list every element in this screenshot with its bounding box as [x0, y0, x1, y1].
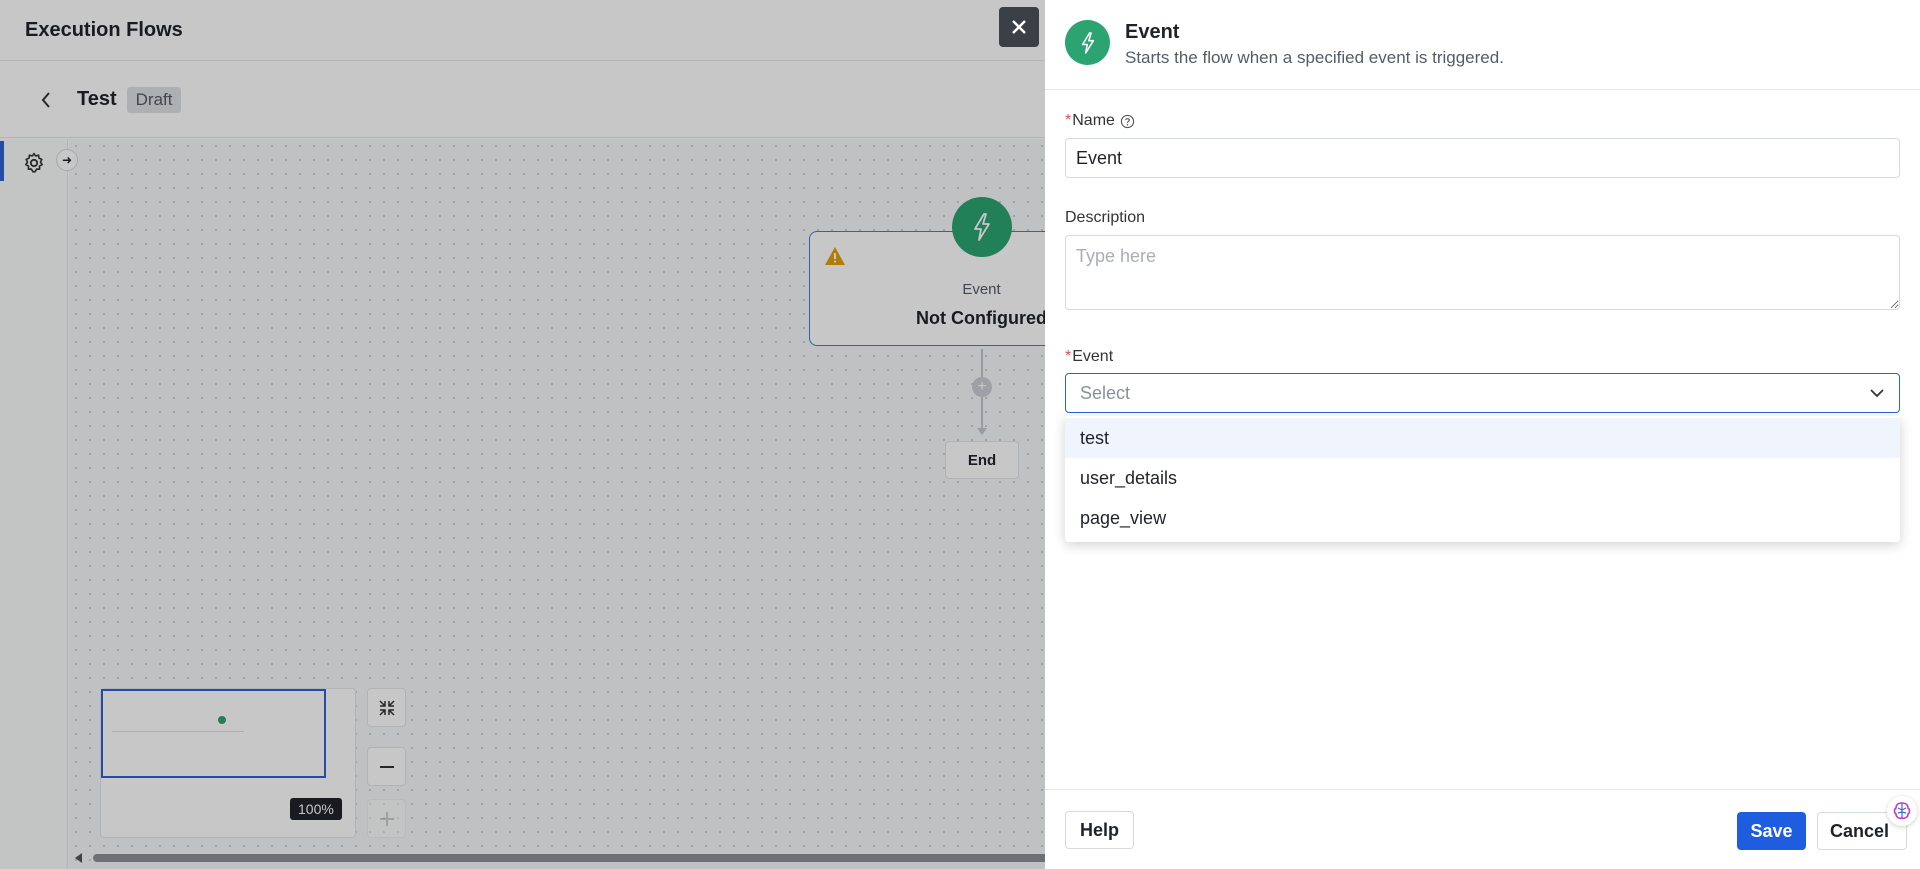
description-field[interactable]	[1065, 235, 1900, 310]
drawer-event-badge	[1065, 20, 1110, 65]
name-label: * Name	[1065, 112, 1135, 130]
help-circle-icon[interactable]	[1120, 114, 1135, 129]
ai-assistant-button[interactable]	[1887, 796, 1917, 826]
required-marker: *	[1065, 112, 1072, 129]
drawer-title: Event	[1125, 21, 1180, 43]
event-option-user-details[interactable]: user_details	[1065, 458, 1900, 498]
description-label-text: Description	[1065, 209, 1146, 226]
close-icon	[1012, 20, 1026, 34]
drawer-footer: Help Save Cancel	[1045, 789, 1920, 869]
drawer-header: Event Starts the flow when a specified e…	[1045, 0, 1920, 90]
event-option-test[interactable]: test	[1065, 418, 1900, 458]
required-marker: *	[1065, 348, 1072, 365]
description-label: Description	[1065, 209, 1145, 227]
event-config-drawer: Event Starts the flow when a specified e…	[1045, 0, 1920, 869]
chevron-down-icon	[1870, 389, 1884, 398]
brain-icon	[1893, 802, 1911, 820]
lightning-icon	[1081, 31, 1094, 54]
event-select[interactable]: Select	[1065, 373, 1900, 413]
close-drawer-button[interactable]	[999, 7, 1039, 47]
event-label: * Event	[1065, 348, 1113, 366]
save-button[interactable]: Save	[1737, 812, 1806, 850]
event-label-text: Event	[1072, 348, 1114, 365]
event-option-page-view[interactable]: page_view	[1065, 498, 1900, 538]
event-select-value: Select	[1080, 382, 1131, 403]
help-button[interactable]: Help	[1065, 811, 1134, 849]
drawer-subtitle: Starts the flow when a specified event i…	[1125, 48, 1504, 67]
modal-overlay[interactable]	[0, 0, 1045, 869]
event-options-dropdown: test user_details page_view	[1065, 416, 1900, 542]
name-field[interactable]	[1065, 138, 1900, 178]
name-label-text: Name	[1072, 112, 1115, 129]
